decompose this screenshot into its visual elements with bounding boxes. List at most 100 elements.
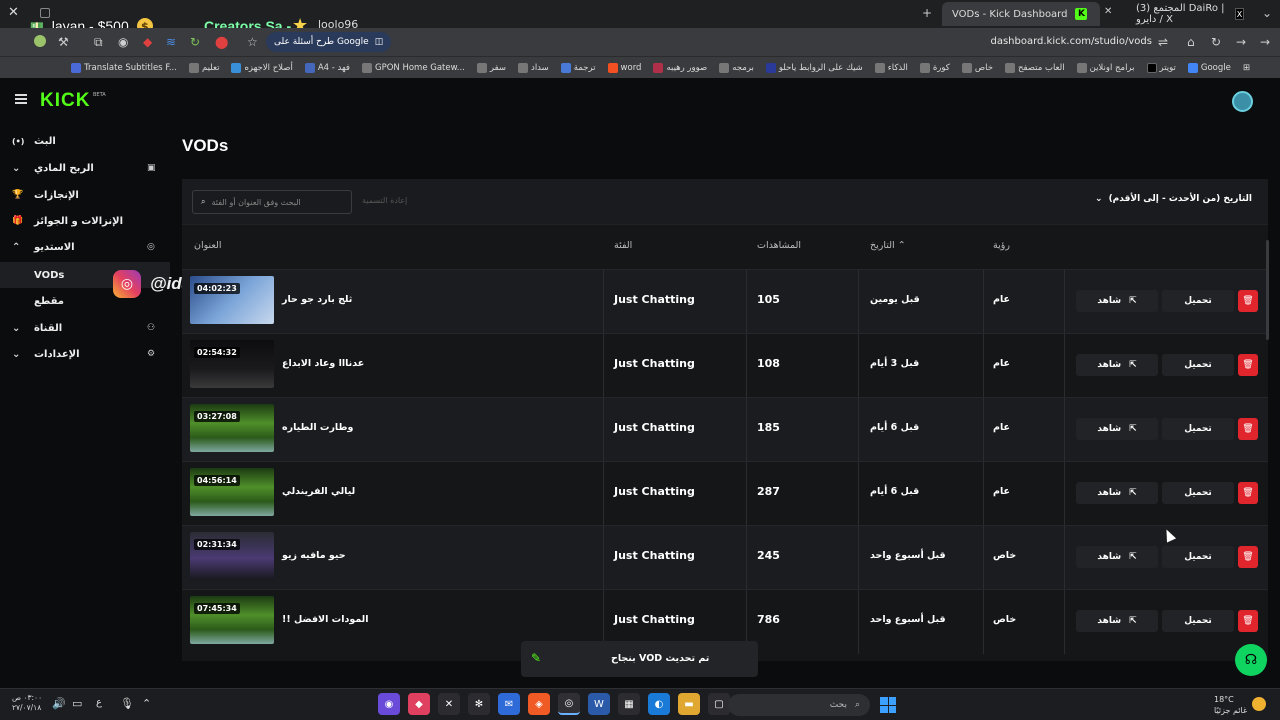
bookmark-item[interactable]: شيك على الروابط ياحلو xyxy=(765,62,863,73)
vod-title[interactable]: ليالي الفريندلي xyxy=(282,486,355,497)
clock[interactable]: ٠٣:٠٠ ص ٢٧/٠٧/١٨ xyxy=(12,693,42,713)
table-row[interactable]: 02:31:34 حيو مافيه زيو Just Chatting 245… xyxy=(182,525,1268,590)
bookmark-item[interactable]: خاص xyxy=(961,62,993,73)
table-row[interactable]: 04:02:23 ثلج بارد جو حار Just Chatting 1… xyxy=(182,269,1268,334)
discord-icon[interactable]: ◉ xyxy=(378,693,400,715)
network-icon[interactable]: ▭ xyxy=(72,697,82,710)
mail-icon[interactable]: ✉ xyxy=(498,693,520,715)
task-view-icon[interactable]: ▢ xyxy=(708,693,730,715)
delete-button[interactable]: 🗑 xyxy=(1238,290,1258,312)
watch-button[interactable]: شاهد ⇱ xyxy=(1076,354,1158,376)
folder-icon[interactable]: ▬ xyxy=(678,693,700,715)
bookmark-item[interactable]: برامج اونلاين xyxy=(1076,62,1135,73)
sidebar-item-stream[interactable]: البث (•) xyxy=(0,128,170,154)
table-row[interactable]: 03:27:08 وطارت الطياره Just Chatting 185… xyxy=(182,397,1268,462)
table-row[interactable]: 02:54:32 عدنااا وعاد الابداع Just Chatti… xyxy=(182,333,1268,398)
vod-thumbnail[interactable]: 02:54:32 xyxy=(190,340,274,388)
bookmark-item[interactable]: العاب متصفح xyxy=(1004,62,1065,73)
vod-thumbnail[interactable]: 04:56:14 xyxy=(190,468,274,516)
bookmark-item[interactable]: كورة xyxy=(919,62,950,73)
windows-start-icon[interactable] xyxy=(880,697,896,713)
chevron-up-icon[interactable]: ⌃ xyxy=(142,697,151,710)
watch-button[interactable]: شاهد ⇱ xyxy=(1076,482,1158,504)
sidebar-item-achievements[interactable]: 🏆 الإنجازات xyxy=(0,182,170,208)
vod-thumbnail[interactable]: 02:31:34 xyxy=(190,532,274,580)
menu-icon[interactable] xyxy=(15,94,27,104)
bookmark-item[interactable]: سفر xyxy=(476,62,506,73)
back-icon[interactable]: → xyxy=(1260,35,1270,49)
bookmark-item[interactable]: الذكاء xyxy=(874,62,908,73)
puzzle-icon[interactable]: ⧉ xyxy=(94,35,103,50)
bookmark-star-icon[interactable]: ☆ xyxy=(247,35,258,49)
help-chat-button[interactable]: ☊ xyxy=(1235,644,1267,676)
home-icon[interactable]: ⌂ xyxy=(1187,35,1195,49)
delete-button[interactable]: 🗑 xyxy=(1238,354,1258,376)
search-input[interactable]: ⌕ البحث وفق العنوان أو الفئة xyxy=(192,190,352,214)
table-row[interactable]: 04:56:14 ليالي الفريندلي Just Chatting 2… xyxy=(182,461,1268,526)
column-title[interactable]: العنوان xyxy=(194,240,222,251)
column-date[interactable]: التاريخ ⌃ xyxy=(870,240,906,251)
chatgpt-icon[interactable]: ✻ xyxy=(468,693,490,715)
close-window-icon[interactable]: ✕ xyxy=(8,5,19,20)
rename-button[interactable]: إعادة التسمية xyxy=(362,196,407,205)
sidebar-item-drops[interactable]: 🎁 الإنزالات و الجوائز xyxy=(0,208,170,234)
edge-icon[interactable]: ◐ xyxy=(648,693,670,715)
vod-title[interactable]: وطارت الطياره xyxy=(282,422,353,433)
vod-thumbnail[interactable]: 04:02:23 xyxy=(190,276,274,324)
bookmark-item[interactable]: برمجه xyxy=(719,62,754,73)
bookmark-item[interactable]: تويتر xyxy=(1146,62,1176,73)
download-button[interactable]: تحميل xyxy=(1162,482,1234,504)
download-button[interactable]: تحميل xyxy=(1162,354,1234,376)
reload-icon[interactable]: ↻ xyxy=(1211,35,1221,49)
close-tab-icon[interactable]: ✕ xyxy=(1104,6,1112,17)
sidebar-item-settings[interactable]: ⌄ الإعدادات ⚙ xyxy=(0,341,170,367)
new-tab-icon[interactable]: + xyxy=(922,6,932,20)
watch-button[interactable]: شاهد ⇱ xyxy=(1076,546,1158,568)
chrome-icon[interactable]: ◎ xyxy=(558,693,580,715)
delete-button[interactable]: 🗑 xyxy=(1238,610,1258,632)
scrollbar[interactable] xyxy=(1266,240,1269,340)
vod-title[interactable]: حيو مافيه زيو xyxy=(282,550,346,561)
extension-green-icon[interactable]: ↻ xyxy=(190,35,200,49)
bookmark-item[interactable]: Translate Subtitles F... xyxy=(71,62,177,73)
vod-thumbnail[interactable]: 03:27:08 xyxy=(190,404,274,452)
bookmark-item[interactable]: A4 - فهد xyxy=(304,62,350,73)
store-icon[interactable]: ▦ xyxy=(618,693,640,715)
column-category[interactable]: الفئة xyxy=(614,240,632,251)
vod-title[interactable]: عدنااا وعاد الابداع xyxy=(282,358,364,369)
apps-icon[interactable]: ⊞ xyxy=(1243,63,1250,73)
taskbar-search[interactable]: بحث ⌕ xyxy=(728,694,870,716)
sidebar-item-vods[interactable]: VODs xyxy=(0,262,170,288)
column-visibility[interactable]: رؤية xyxy=(993,240,1010,251)
avatar[interactable] xyxy=(1232,91,1253,112)
sidebar-item-monetization[interactable]: ⌄ الربح المادي ▣ xyxy=(0,155,170,181)
sidebar-item-studio[interactable]: ⌃ الاستديو ◎ xyxy=(0,234,170,260)
bookmark-item[interactable]: صوور رهيبه xyxy=(653,62,707,73)
watch-button[interactable]: شاهد ⇱ xyxy=(1076,290,1158,312)
tab-x-dairo[interactable]: (3) المجتمع DaiRo | دايرو / X X xyxy=(1126,2,1254,26)
bookmark-item[interactable]: أصلاح الاجهزه xyxy=(231,62,293,73)
sidebar-item-channel[interactable]: ⌄ القناة ⚇ xyxy=(0,315,170,341)
bookmark-item[interactable]: GPON Home Gatew... xyxy=(362,62,465,73)
vod-title[interactable]: ثلج بارد جو حار xyxy=(282,294,352,305)
forward-icon[interactable]: → xyxy=(1236,35,1246,49)
vod-title[interactable]: !! المودات الافضل xyxy=(282,614,369,625)
word-icon[interactable]: W xyxy=(588,693,610,715)
bookmark-item[interactable]: word xyxy=(607,62,641,73)
extension-icon[interactable]: ⚒ xyxy=(58,35,69,49)
watch-button[interactable]: شاهد ⇱ xyxy=(1076,610,1158,632)
extension-stop-icon[interactable]: ⬤ xyxy=(215,35,228,49)
column-views[interactable]: المشاهدات xyxy=(757,240,801,251)
sidebar-item-clips[interactable]: مقطع xyxy=(0,288,170,314)
download-button[interactable]: تحميل xyxy=(1162,610,1234,632)
bookmark-item[interactable]: تعليم xyxy=(188,62,219,73)
google-ask-pill[interactable]: طرح أسئلة على Google ◫ xyxy=(266,32,392,52)
bookmark-item[interactable]: سداد xyxy=(518,62,549,73)
bookmark-item[interactable]: ترجمة xyxy=(560,62,596,73)
delete-button[interactable]: 🗑 xyxy=(1238,482,1258,504)
sort-select[interactable]: ⌄ التاريخ (من الأحدث - إلى الأقدم) xyxy=(1095,194,1252,204)
app-pink-icon[interactable]: ◆ xyxy=(408,693,430,715)
extension-red-icon[interactable]: ◆ xyxy=(143,35,152,49)
app-x-icon[interactable]: ✕ xyxy=(438,693,460,715)
delete-button[interactable]: 🗑 xyxy=(1238,418,1258,440)
